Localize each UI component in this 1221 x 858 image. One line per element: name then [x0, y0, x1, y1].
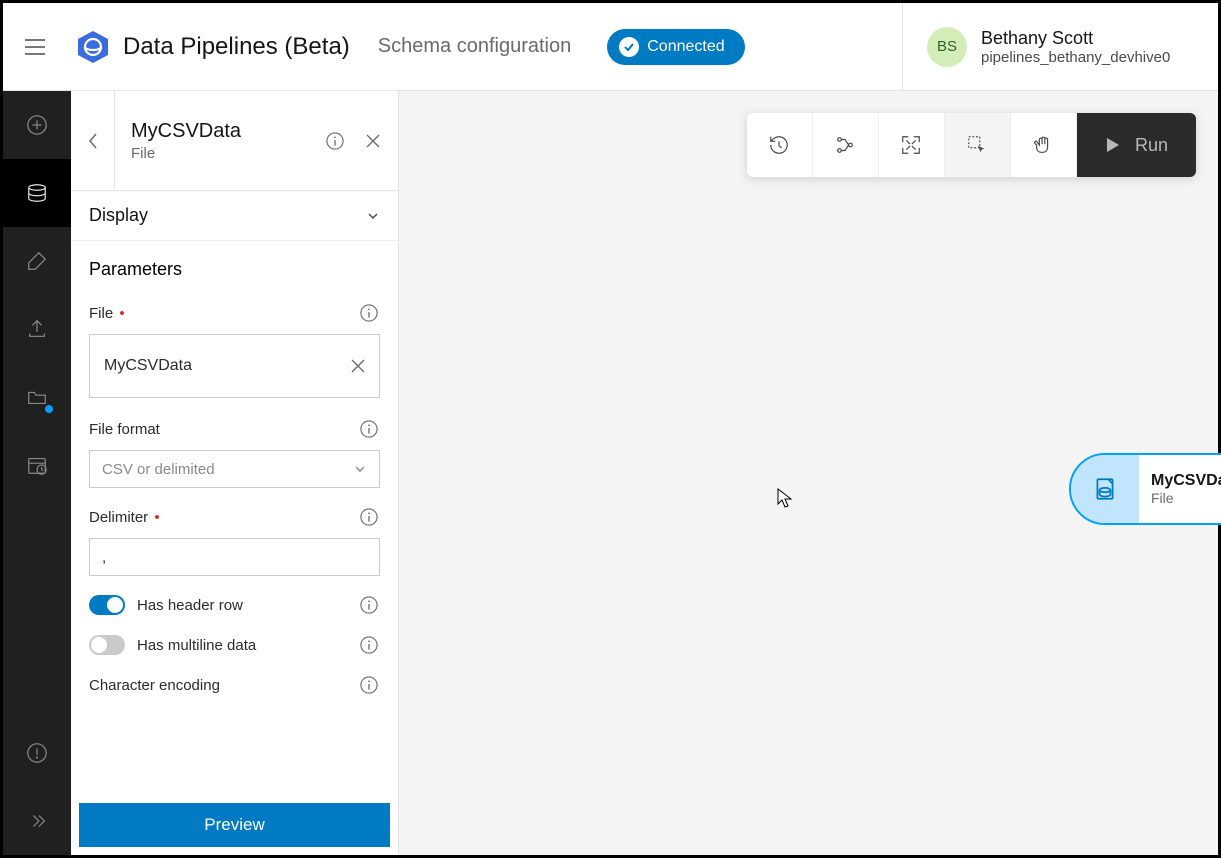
info-icon[interactable]: [316, 122, 354, 160]
fit-tool[interactable]: [879, 113, 945, 177]
nav-schedule[interactable]: [3, 431, 71, 499]
panel-title: MyCSVData: [131, 120, 316, 143]
display-section-label: Display: [89, 205, 148, 226]
notification-badge: [45, 405, 53, 413]
nav-expand[interactable]: [3, 787, 71, 855]
user-org: pipelines_bethany_devhive0: [981, 49, 1170, 66]
connection-status-badge: Connected: [607, 29, 744, 65]
app-title: Data Pipelines (Beta): [123, 33, 350, 61]
database-icon: [1071, 455, 1139, 523]
info-icon[interactable]: [358, 634, 380, 656]
info-icon[interactable]: [358, 506, 380, 528]
has-header-label: Has header row: [137, 597, 243, 614]
info-icon[interactable]: [358, 418, 380, 440]
history-tool[interactable]: [747, 113, 813, 177]
user-menu[interactable]: BS Bethany Scott pipelines_bethany_devhi…: [902, 3, 1202, 90]
back-button[interactable]: [71, 91, 115, 190]
file-input[interactable]: MyCSVData: [89, 334, 380, 398]
file-format-label: File format: [89, 421, 160, 438]
user-name: Bethany Scott: [981, 28, 1170, 49]
layout-tool[interactable]: [813, 113, 879, 177]
pan-tool[interactable]: [1011, 113, 1077, 177]
has-multiline-label: Has multiline data: [137, 637, 256, 654]
delimiter-input[interactable]: [89, 538, 380, 576]
canvas-toolbar: Run: [747, 113, 1196, 177]
canvas[interactable]: Run MyCSVData File: [399, 91, 1218, 855]
run-label: Run: [1135, 135, 1168, 156]
cursor-icon: [777, 488, 793, 508]
delimiter-label: Delimiter •: [89, 509, 160, 526]
close-button[interactable]: [354, 122, 392, 160]
info-icon[interactable]: [358, 302, 380, 324]
avatar: BS: [927, 27, 967, 67]
nav-export[interactable]: [3, 295, 71, 363]
file-label: File •: [89, 305, 125, 322]
app-header: Data Pipelines (Beta) Schema configurati…: [3, 3, 1218, 91]
has-header-toggle[interactable]: [89, 595, 125, 615]
info-icon[interactable]: [358, 674, 380, 696]
nav-help[interactable]: [3, 719, 71, 787]
node-subtitle: File: [1151, 490, 1221, 506]
nav-data[interactable]: [3, 159, 71, 227]
check-icon: [619, 37, 639, 57]
run-button[interactable]: Run: [1077, 113, 1196, 177]
left-nav: [3, 91, 71, 855]
preview-button[interactable]: Preview: [79, 803, 390, 847]
node-title: MyCSVData: [1151, 472, 1221, 490]
connection-status-label: Connected: [647, 38, 724, 56]
select-tool[interactable]: [945, 113, 1011, 177]
app-logo-icon: [75, 29, 111, 65]
file-format-value: CSV or delimited: [102, 461, 215, 478]
pipeline-node[interactable]: MyCSVData File: [1069, 453, 1221, 525]
file-value: MyCSVData: [104, 357, 192, 375]
nav-folder[interactable]: [3, 363, 71, 431]
menu-button[interactable]: [19, 31, 51, 63]
page-subtitle: Schema configuration: [378, 35, 571, 58]
panel-subtitle: File: [131, 145, 316, 162]
parameters-heading: Parameters: [89, 259, 380, 280]
clear-file-icon[interactable]: [351, 359, 365, 373]
nav-tools[interactable]: [3, 227, 71, 295]
properties-panel: MyCSVData File Display Parameters: [71, 91, 399, 855]
display-section-toggle[interactable]: Display: [71, 191, 398, 241]
has-multiline-toggle[interactable]: [89, 635, 125, 655]
file-format-select[interactable]: CSV or delimited: [89, 450, 380, 488]
char-encoding-label: Character encoding: [89, 677, 220, 694]
nav-add[interactable]: [3, 91, 71, 159]
info-icon[interactable]: [358, 594, 380, 616]
